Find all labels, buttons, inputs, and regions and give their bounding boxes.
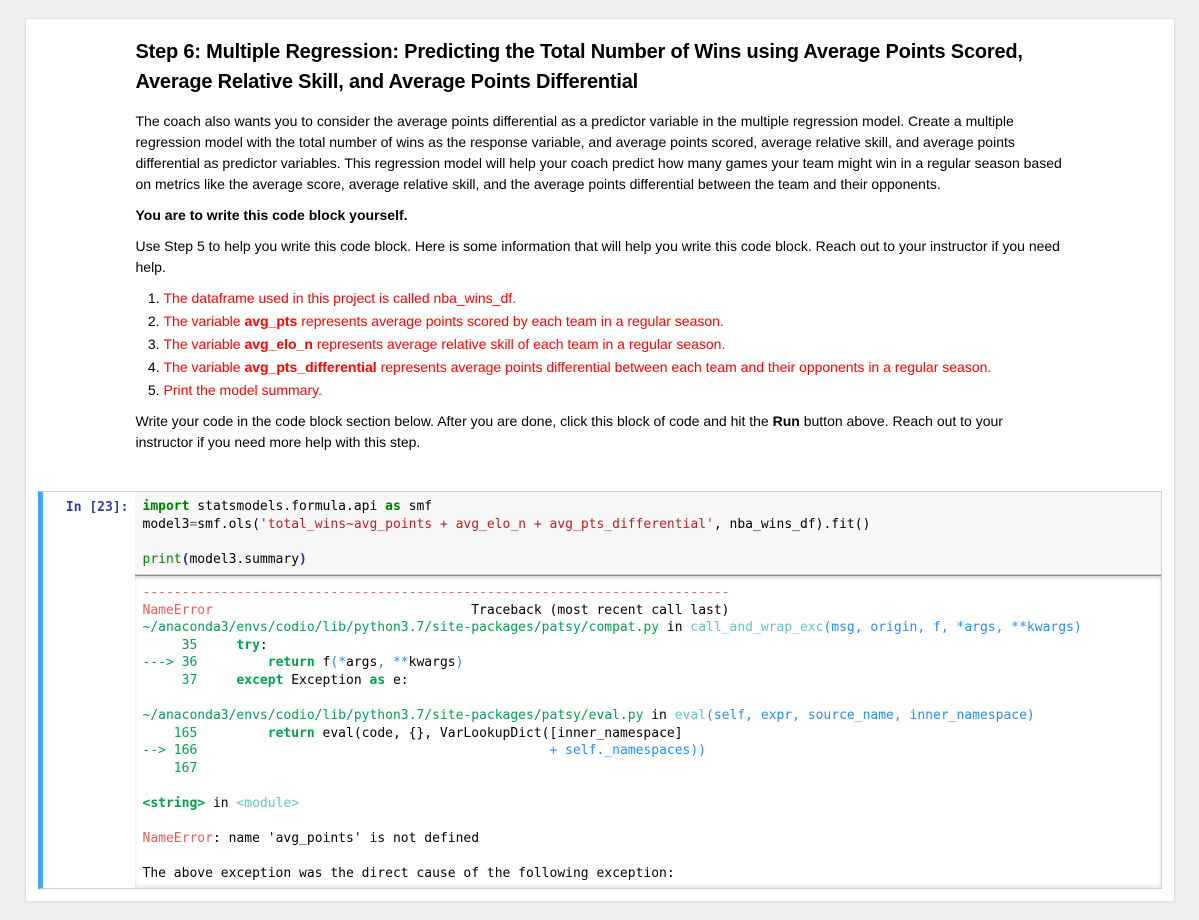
self-write-note: You are to write this code block yoursel…: [136, 205, 1064, 226]
code-body: import statsmodels.formula.api as smf mo…: [135, 492, 1161, 888]
input-prompt: In [23]:: [43, 492, 135, 888]
error-output: ----------------------------------------…: [135, 575, 1161, 888]
intro-para: The coach also wants you to consider the…: [136, 111, 1064, 195]
hint-2: The variable avg_pts represents average …: [164, 311, 1064, 332]
hint-4: The variable avg_pts_differential repres…: [164, 357, 1064, 378]
hint-list: The dataframe used in this project is ca…: [136, 288, 1064, 401]
markdown-cell: Step 6: Multiple Regression: Predicting …: [26, 19, 1174, 487]
hint-3: The variable avg_elo_n represents averag…: [164, 334, 1064, 355]
hint-1: The dataframe used in this project is ca…: [164, 288, 1064, 309]
notebook: Step 6: Multiple Regression: Predicting …: [25, 18, 1175, 902]
hint-5: Print the model summary.: [164, 380, 1064, 401]
code-input[interactable]: import statsmodels.formula.api as smf mo…: [135, 492, 1161, 575]
help-para: Use Step 5 to help you write this code b…: [136, 236, 1064, 278]
run-instruction: Write your code in the code block sectio…: [136, 411, 1064, 453]
code-cell[interactable]: In [23]: import statsmodels.formula.api …: [38, 491, 1162, 889]
step-heading: Step 6: Multiple Regression: Predicting …: [136, 37, 1064, 97]
